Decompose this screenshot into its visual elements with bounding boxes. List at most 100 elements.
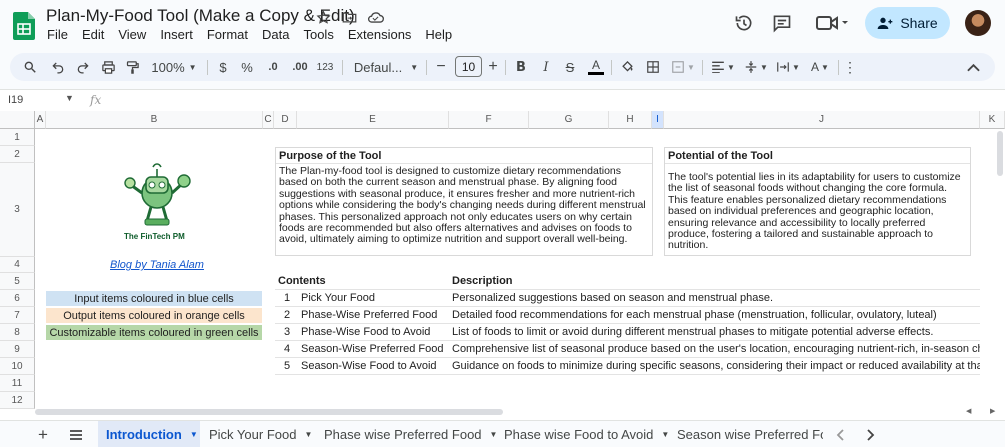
row-header[interactable]: 1	[0, 129, 35, 146]
cell-area[interactable]: The FinTech PM Blog by Tania Alam Input …	[35, 129, 1005, 420]
merge-cells-icon[interactable]: ▼	[667, 53, 699, 81]
column-header-d[interactable]: D	[274, 111, 297, 129]
tab-label: Phase wise Food to Avoid	[504, 427, 654, 442]
bold-icon[interactable]: B	[512, 53, 530, 81]
share-button[interactable]: Share	[865, 7, 950, 39]
decrease-font-size-button[interactable]: −	[433, 53, 449, 81]
chevron-down-icon[interactable]: ▼	[65, 93, 74, 103]
row-header[interactable]: 8	[0, 324, 35, 341]
sheet-grid[interactable]: A B C D E F G H I J K 1 2 3 4 5 6 7 8 9 …	[0, 111, 1005, 420]
tab-introduction[interactable]: Introduction ▼	[98, 421, 200, 447]
cloud-status-icon[interactable]	[366, 8, 384, 26]
text-rotation-icon[interactable]: A ▼	[805, 53, 835, 81]
name-box[interactable]: I19	[8, 94, 23, 106]
row-header[interactable]: 4	[0, 257, 35, 273]
column-header-j[interactable]: J	[664, 111, 980, 129]
document-title[interactable]: Plan-My-Food Tool (Make a Copy & Edit)	[46, 6, 355, 26]
table-row[interactable]: 5 Season-Wise Food to Avoid Guidance on …	[275, 358, 980, 375]
undo-icon[interactable]	[48, 53, 68, 81]
column-header-f[interactable]: F	[449, 111, 529, 129]
horizontal-align-icon[interactable]: ▼	[708, 53, 738, 81]
text-color-icon[interactable]: A	[586, 53, 606, 81]
borders-icon[interactable]	[643, 53, 663, 81]
strikethrough-icon[interactable]: S	[561, 53, 579, 81]
zoom-select[interactable]: 100% ▼	[150, 53, 198, 81]
fill-color-icon[interactable]	[617, 53, 637, 81]
percent-format-button[interactable]: %	[239, 53, 255, 81]
tab-phase-wise-food-to-avoid[interactable]: Phase wise Food to Avoid ▼	[504, 421, 669, 447]
redo-icon[interactable]	[73, 53, 93, 81]
scroll-left-icon[interactable]: ◀	[966, 407, 971, 415]
menu-data[interactable]: Data	[255, 27, 296, 43]
vertical-align-icon[interactable]: ▼	[741, 53, 771, 81]
chevron-down-icon[interactable]: ▼	[661, 430, 669, 439]
row-header[interactable]: 2	[0, 146, 35, 163]
decrease-decimal-button[interactable]: .0	[263, 53, 283, 81]
chevron-down-icon[interactable]: ▼	[190, 430, 198, 439]
row-header[interactable]: 7	[0, 307, 35, 324]
comments-icon[interactable]	[771, 12, 793, 34]
move-folder-icon[interactable]	[340, 8, 358, 26]
menu-edit[interactable]: Edit	[75, 27, 111, 43]
column-header-c[interactable]: C	[263, 111, 274, 129]
chevron-down-icon[interactable]: ▼	[304, 430, 312, 439]
search-menus-icon[interactable]	[20, 53, 40, 81]
row-header[interactable]: 10	[0, 358, 35, 375]
paint-format-icon[interactable]	[122, 53, 142, 81]
table-row[interactable]: 4 Season-Wise Preferred Food Comprehensi…	[275, 341, 980, 358]
version-history-icon[interactable]	[733, 12, 755, 34]
scroll-tabs-left-icon[interactable]	[836, 421, 844, 447]
menu-extensions[interactable]: Extensions	[341, 27, 419, 43]
menu-tools[interactable]: Tools	[296, 27, 340, 43]
column-header-g[interactable]: G	[529, 111, 609, 129]
row-header[interactable]: 5	[0, 273, 35, 290]
blog-link[interactable]: Blog by Tania Alam	[110, 259, 204, 271]
row-header[interactable]: 12	[0, 392, 35, 409]
more-formats-button[interactable]: 123	[314, 53, 336, 81]
formula-bar: I19 ▼ fx	[0, 89, 1005, 111]
sheets-logo-icon[interactable]	[13, 12, 35, 40]
collapse-toolbar-icon[interactable]	[963, 53, 983, 81]
avatar[interactable]	[965, 10, 991, 36]
currency-format-button[interactable]: $	[215, 53, 231, 81]
vertical-scrollbar[interactable]	[997, 131, 1003, 176]
column-header-b[interactable]: B	[46, 111, 263, 129]
column-header-i[interactable]: I	[652, 111, 664, 129]
table-row[interactable]: 2 Phase-Wise Preferred Food Detailed foo…	[275, 307, 980, 324]
increase-decimal-button[interactable]: .00	[289, 53, 311, 81]
scroll-tabs-right-icon[interactable]	[867, 421, 875, 447]
table-row[interactable]: 1 Pick Your Food Personalized suggestion…	[275, 290, 980, 307]
column-header-h[interactable]: H	[609, 111, 652, 129]
menu-insert[interactable]: Insert	[153, 27, 200, 43]
increase-font-size-button[interactable]: +	[485, 53, 501, 81]
menu-view[interactable]: View	[111, 27, 153, 43]
more-options-icon[interactable]: ⋮	[841, 53, 859, 81]
star-icon[interactable]	[314, 8, 332, 26]
row-header[interactable]: 3	[0, 163, 35, 257]
menu-help[interactable]: Help	[418, 27, 459, 43]
italic-icon[interactable]: I	[537, 53, 555, 81]
chevron-down-icon[interactable]: ▼	[490, 430, 498, 439]
add-sheet-icon[interactable]: +	[38, 421, 48, 447]
row-header[interactable]: 9	[0, 341, 35, 358]
print-icon[interactable]	[98, 53, 118, 81]
meet-icon[interactable]	[815, 12, 851, 34]
menu-file[interactable]: File	[40, 27, 75, 43]
select-all-corner[interactable]	[0, 111, 35, 129]
row-header[interactable]: 6	[0, 290, 35, 307]
column-header-a[interactable]: A	[35, 111, 46, 129]
font-size-input[interactable]: 10	[455, 56, 482, 77]
table-row[interactable]: 3 Phase-Wise Food to Avoid List of foods…	[275, 324, 980, 341]
text-wrap-icon[interactable]: ▼	[773, 53, 803, 81]
font-family-select[interactable]: Defaul... ▼	[350, 53, 422, 81]
column-header-k[interactable]: K	[980, 111, 1005, 129]
menu-format[interactable]: Format	[200, 27, 255, 43]
all-sheets-icon[interactable]	[69, 421, 83, 447]
row-header[interactable]: 11	[0, 375, 35, 392]
horizontal-scrollbar[interactable]	[35, 409, 503, 415]
column-header-e[interactable]: E	[297, 111, 449, 129]
tab-phase-wise-preferred-food[interactable]: Phase wise Preferred Food ▼	[324, 421, 497, 447]
scroll-right-icon[interactable]: ▶	[990, 407, 995, 415]
tab-season-wise-preferred-food[interactable]: Season wise Preferred Foo	[677, 421, 823, 447]
tab-pick-your-food[interactable]: Pick Your Food ▼	[209, 421, 312, 447]
